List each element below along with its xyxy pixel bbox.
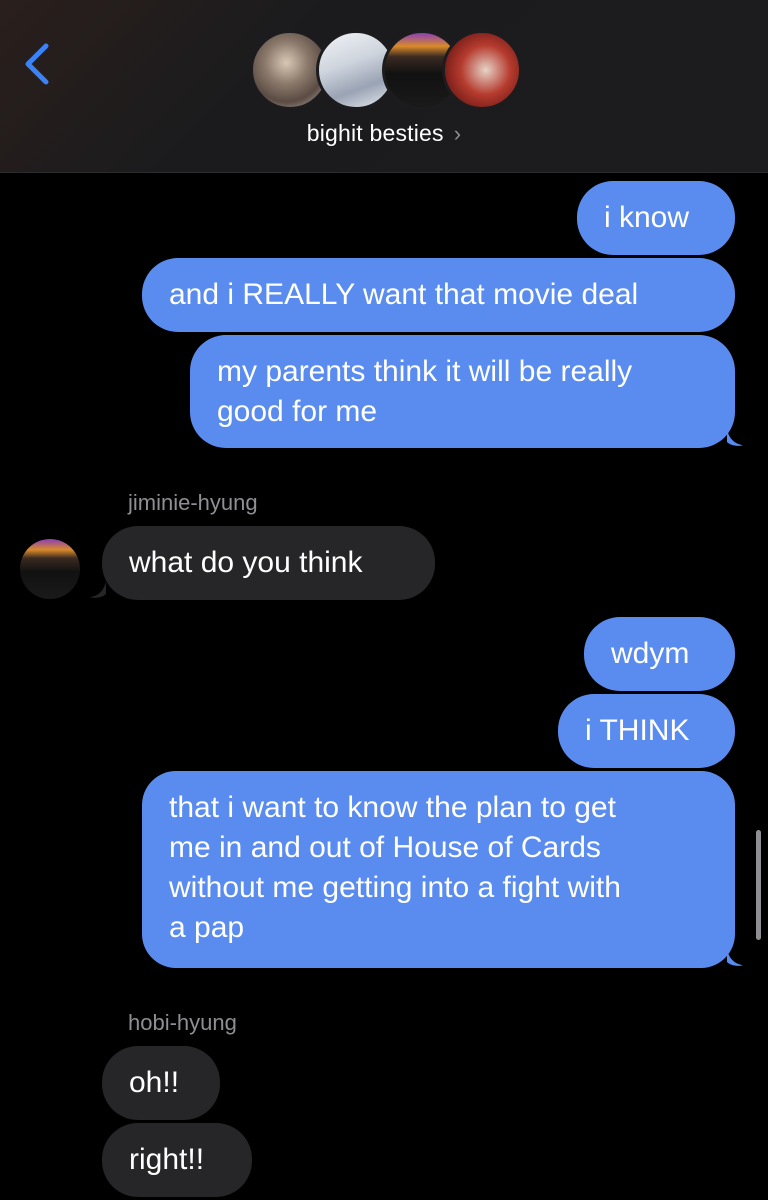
incoming-message[interactable]: right!!: [102, 1123, 252, 1197]
scrollbar[interactable]: [756, 830, 761, 940]
sender-name: jiminie-hyung: [128, 490, 258, 515]
chevron-right-icon: ›: [453, 121, 462, 146]
group-avatars[interactable]: [250, 30, 522, 112]
member-avatar: [442, 30, 522, 110]
conversation-header: bighit besties ›: [0, 0, 768, 173]
message-text: wdym: [611, 637, 690, 670]
bubble-tail: [727, 949, 743, 966]
outgoing-message[interactable]: i know: [577, 181, 735, 255]
sender-name: hobi-hyung: [128, 1010, 237, 1035]
group-name-label: bighit besties: [306, 120, 444, 146]
message-text-line: without me getting into a fight with: [169, 871, 621, 904]
message-text-line: good for me: [217, 395, 378, 428]
message-text: right!!: [129, 1143, 205, 1176]
chevron-left-icon: [25, 43, 49, 85]
outgoing-message[interactable]: that i want to know the plan to get me i…: [142, 771, 735, 968]
outgoing-message[interactable]: and i REALLY want that movie deal: [142, 258, 735, 332]
incoming-message[interactable]: oh!!: [102, 1046, 220, 1120]
incoming-message[interactable]: what do you think: [102, 526, 435, 600]
message-text-line: that i want to know the plan to get: [169, 791, 616, 824]
group-name[interactable]: bighit besties ›: [0, 120, 768, 147]
message-text: and i REALLY want that movie deal: [169, 278, 639, 311]
back-button[interactable]: [20, 40, 60, 88]
message-text-line: my parents think it will be really: [217, 355, 633, 388]
message-text: oh!!: [129, 1066, 180, 1099]
message-text-line: a pap: [169, 911, 245, 944]
message-text-line: me in and out of House of Cards: [169, 831, 601, 864]
message-text: i THINK: [585, 714, 690, 747]
message-text: what do you think: [129, 546, 363, 579]
message-text: i know: [604, 201, 690, 234]
sender-avatar[interactable]: [20, 539, 80, 599]
outgoing-message[interactable]: wdym: [584, 617, 735, 691]
bubble-tail: [727, 429, 743, 446]
outgoing-message[interactable]: my parents think it will be really good …: [190, 335, 735, 448]
outgoing-message[interactable]: i THINK: [558, 694, 735, 768]
bubble-tail: [90, 581, 106, 598]
